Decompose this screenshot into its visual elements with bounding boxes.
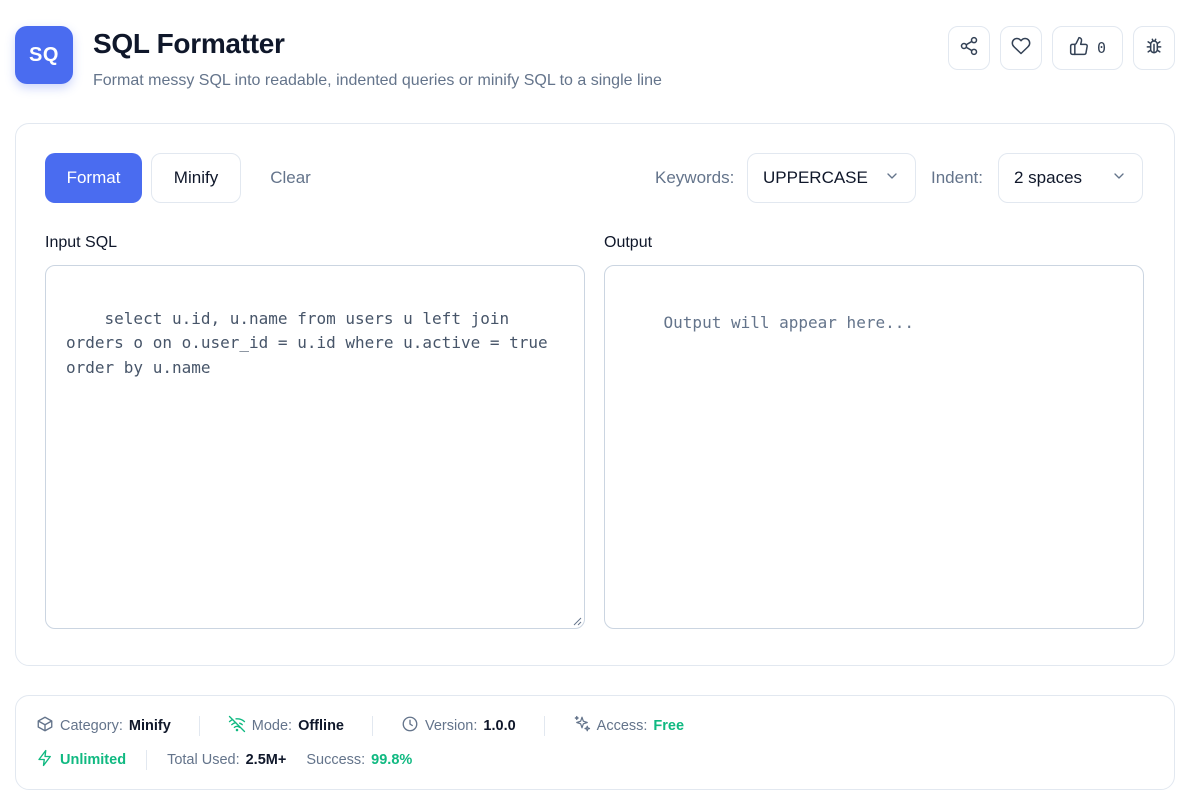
output-placeholder: Output will appear here... [663, 312, 914, 332]
divider [198, 716, 200, 736]
share-icon [959, 36, 979, 61]
version-meta: Version: 1.0.0 [401, 715, 516, 737]
indent-select[interactable]: 2 spaces [998, 153, 1143, 203]
input-sql-label: Input SQL [45, 234, 118, 251]
divider [372, 716, 373, 736]
total-used-meta: Total Used: 2.5M+ [167, 752, 286, 768]
bug-icon [1144, 36, 1164, 61]
success-key: Success: [306, 752, 366, 768]
success-meta: Success: 99.8% [306, 752, 412, 768]
box-icon [36, 715, 54, 737]
bolt-icon [36, 749, 54, 771]
version-value: 1.0.0 [483, 718, 516, 734]
heart-icon [1011, 36, 1031, 61]
thumbs-up-icon [1069, 36, 1089, 61]
success-value: 99.8% [371, 752, 413, 768]
stats-row: Unlimited Total Used: 2.5M+ Success: 99.… [36, 748, 412, 772]
category-value: Minify [128, 718, 171, 734]
mode-meta: Mode: Offline [228, 715, 344, 737]
meta-row: Category: Minify Mode: Offline Version: … [36, 714, 684, 738]
category-meta: Category: Minify [36, 715, 171, 737]
chevron-down-icon [884, 168, 900, 189]
input-sql-textarea[interactable]: select u.id, u.name from users u left jo… [45, 265, 585, 629]
access-meta: Access: Free [573, 715, 684, 737]
clear-button[interactable]: Clear [253, 153, 328, 203]
keywords-label: Keywords: [655, 168, 735, 187]
divider [146, 750, 148, 770]
report-bug-button[interactable] [1133, 26, 1175, 70]
toolbar: Format Minify Clear Keywords: UPPERCASE … [45, 153, 1145, 203]
mode-value: Offline [298, 718, 344, 734]
app-icon: SQ [15, 26, 73, 84]
favorite-button[interactable] [1000, 26, 1042, 70]
access-value: Free [653, 718, 685, 734]
version-key: Version: [425, 718, 478, 734]
share-button[interactable] [948, 26, 990, 70]
formatter-card: Format Minify Clear Keywords: UPPERCASE … [15, 123, 1175, 666]
output-label: Output [604, 234, 653, 251]
format-button[interactable]: Format [45, 153, 142, 203]
page-title: SQL Formatter [93, 28, 285, 59]
unlimited-label: Unlimited [60, 752, 127, 768]
like-button[interactable]: 0 [1052, 26, 1123, 70]
access-key: Access: [596, 718, 648, 734]
output-textarea[interactable]: Output will appear here... [604, 265, 1144, 629]
indent-label: Indent: [931, 168, 983, 187]
page-header: SQ SQL Formatter Format messy SQL into r… [15, 26, 1175, 96]
like-count: 0 [1096, 39, 1107, 57]
total-used-key: Total Used: [167, 752, 240, 768]
category-key: Category: [60, 718, 123, 734]
indent-select-value: 2 spaces [1014, 168, 1083, 187]
divider [543, 716, 545, 736]
clock-icon [401, 715, 419, 737]
wifi-off-icon [228, 715, 246, 737]
total-used-value: 2.5M+ [245, 752, 287, 768]
tool-info-card: Category: Minify Mode: Offline Version: … [15, 695, 1175, 790]
resize-grip-icon[interactable] [572, 616, 582, 626]
mode-key: Mode: [251, 718, 293, 734]
keywords-select[interactable]: UPPERCASE [747, 153, 916, 203]
input-sql-text: select u.id, u.name from users u left jo… [66, 308, 558, 377]
sparkles-icon [573, 715, 591, 737]
unlimited-meta: Unlimited [36, 749, 126, 771]
keywords-select-value: UPPERCASE [763, 168, 868, 187]
minify-button[interactable]: Minify [151, 153, 241, 203]
header-actions: 0 [948, 26, 1175, 70]
chevron-down-icon [1111, 168, 1127, 189]
page-subtitle: Format messy SQL into readable, indented… [93, 72, 662, 89]
